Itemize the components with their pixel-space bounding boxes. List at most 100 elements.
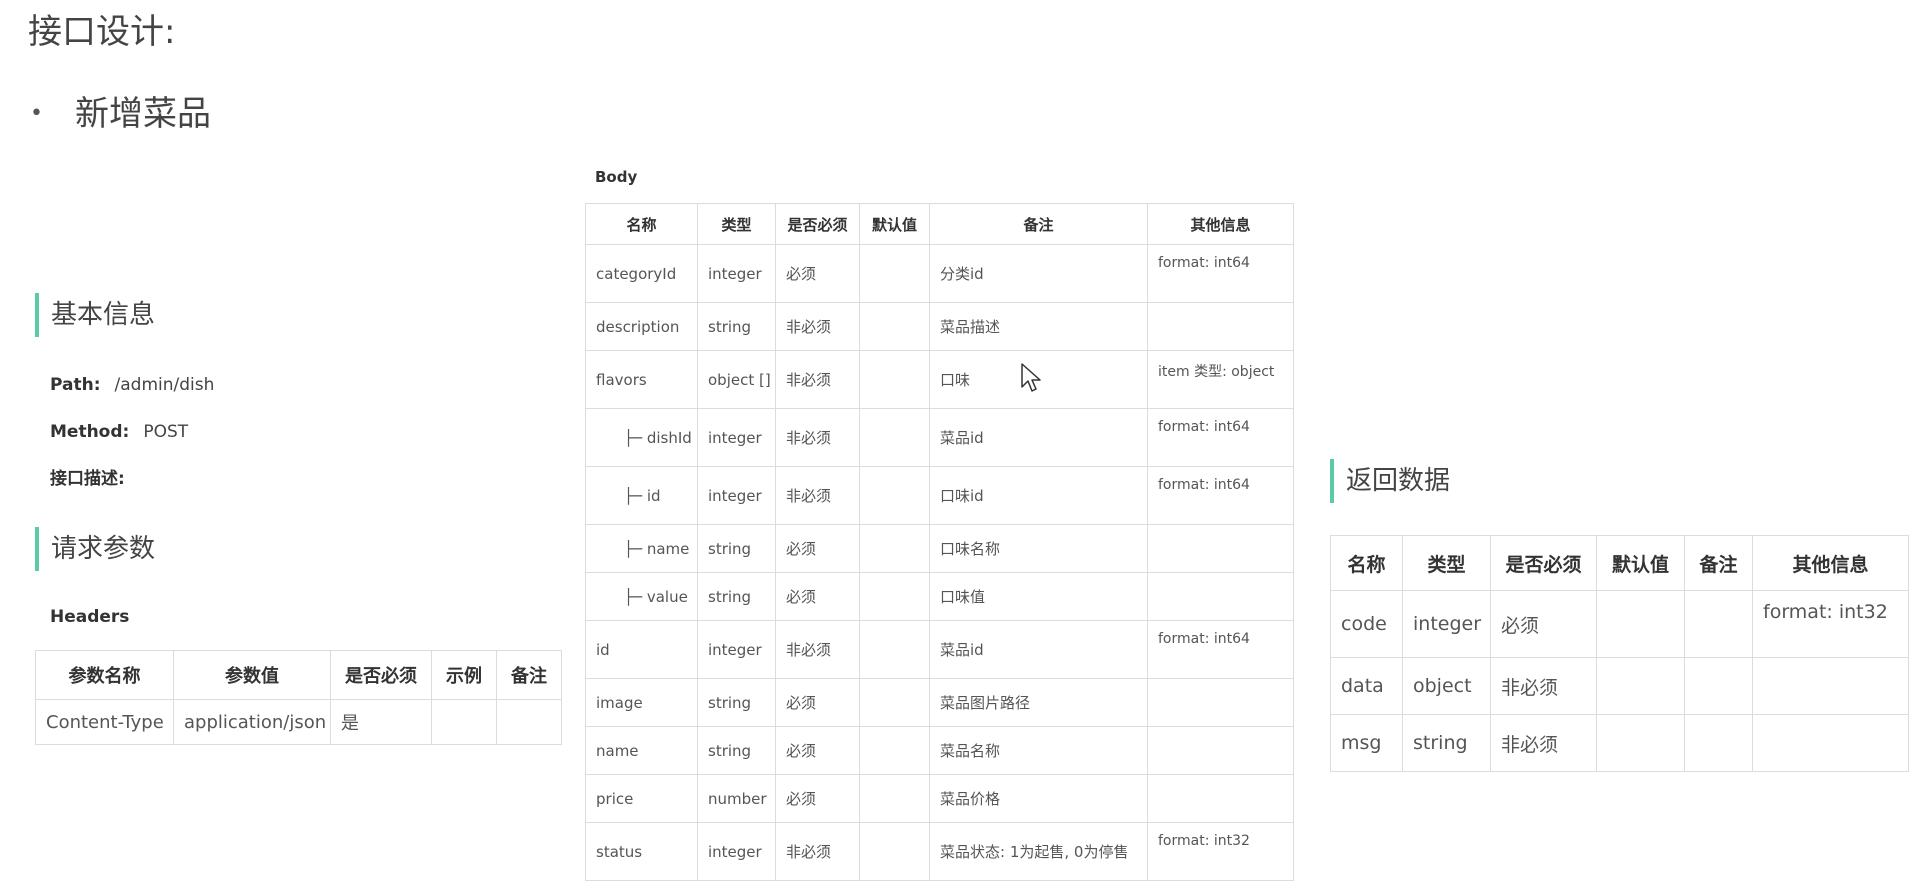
table-header-row: 名称 类型 是否必须 默认值 备注 其他信息: [585, 203, 1294, 245]
cell-name: msg: [1330, 714, 1403, 772]
cell-info: [1147, 524, 1294, 573]
cell-type: integer: [697, 244, 776, 303]
method-line: Method: POST: [50, 420, 188, 444]
body-table: 名称 类型 是否必须 默认值 备注 其他信息 categoryId integer…: [585, 203, 1294, 881]
col-header: 备注: [929, 203, 1148, 245]
col-header: 参数名称: [35, 650, 174, 700]
desc-label: 接口描述:: [50, 469, 125, 489]
path-label: Path:: [50, 375, 101, 395]
cell-name: ├─ name: [585, 524, 698, 573]
cell-info: [1147, 572, 1294, 621]
return-data-heading: 返回数据: [1330, 459, 1450, 503]
cell-note: 菜品id: [929, 408, 1148, 467]
cell-required: 非必须: [1490, 657, 1597, 715]
cell-name: categoryId: [585, 244, 698, 303]
col-header: 名称: [1330, 535, 1403, 591]
table-row: code integer 必须 format: int32: [1330, 590, 1909, 658]
cell-type: string: [697, 524, 776, 573]
cell-required: 必须: [1490, 590, 1597, 658]
cell-name: code: [1330, 590, 1403, 658]
cell-info: [1147, 678, 1294, 727]
body-label: Body: [595, 168, 638, 186]
cell-note: [1684, 657, 1753, 715]
table-row: id integer 非必须 菜品id format: int64: [585, 620, 1294, 679]
table-row: ├─ dishId integer 非必须 菜品id format: int64: [585, 408, 1294, 467]
cell-required: 非必须: [775, 466, 860, 525]
path-value: /admin/dish: [114, 375, 215, 395]
col-header: 是否必须: [330, 650, 432, 700]
table-row: ├─ value string 必须 口味值: [585, 572, 1294, 621]
cell-type: number: [697, 774, 776, 823]
cell-default: [859, 774, 930, 823]
cell-default: [859, 244, 930, 303]
table-row: name string 必须 菜品名称: [585, 726, 1294, 775]
cell-name: name: [585, 726, 698, 775]
cell-type: integer: [1402, 590, 1491, 658]
table-header-row: 参数名称 参数值 是否必须 示例 备注: [35, 650, 562, 700]
cell-type: integer: [697, 408, 776, 467]
cell-type: string: [697, 302, 776, 351]
table-row: flavors object [] 非必须 口味 item 类型: object: [585, 350, 1294, 409]
cell-info: format: int64: [1147, 620, 1294, 679]
cell-type: integer: [697, 620, 776, 679]
cell-required: 必须: [775, 244, 860, 303]
cell-type: integer: [697, 466, 776, 525]
col-header: 其他信息: [1147, 203, 1294, 245]
cell-required: 必须: [775, 774, 860, 823]
cell-info: format: int64: [1147, 244, 1294, 303]
cell-required: 必须: [775, 678, 860, 727]
cell-info: format: int64: [1147, 466, 1294, 525]
col-header: 名称: [585, 203, 698, 245]
cell-default: [859, 726, 930, 775]
cell-name: image: [585, 678, 698, 727]
cell-name: data: [1330, 657, 1403, 715]
cell-name: description: [585, 302, 698, 351]
cell-info: [1752, 657, 1909, 715]
cell-note: 菜品id: [929, 620, 1148, 679]
cell-info: format: int32: [1752, 590, 1909, 658]
cell-name: id: [585, 620, 698, 679]
cell-type: string: [1402, 714, 1491, 772]
col-header: 类型: [1402, 535, 1491, 591]
cell-required: 必须: [775, 524, 860, 573]
table-row: image string 必须 菜品图片路径: [585, 678, 1294, 727]
cell-required: 非必须: [775, 408, 860, 467]
col-header: 示例: [431, 650, 497, 700]
cell-default: [859, 822, 930, 881]
cell-required: 非必须: [775, 822, 860, 881]
cell: [496, 699, 562, 745]
col-header: 类型: [697, 203, 776, 245]
cell-info: item 类型: object: [1147, 350, 1294, 409]
cell-note: 菜品图片路径: [929, 678, 1148, 727]
cell-note: 菜品状态: 1为起售, 0为停售: [929, 822, 1148, 881]
col-header: 是否必须: [775, 203, 860, 245]
cell-type: string: [697, 726, 776, 775]
table-row: Content-Type application/json 是: [35, 699, 562, 745]
table-header-row: 名称 类型 是否必须 默认值 备注 其他信息: [1330, 535, 1909, 591]
cell-info: [1752, 714, 1909, 772]
cell-note: 菜品名称: [929, 726, 1148, 775]
cell-note: 口味名称: [929, 524, 1148, 573]
cell-default: [859, 350, 930, 409]
cell-type: object: [1402, 657, 1491, 715]
cell-note: 口味值: [929, 572, 1148, 621]
cell-note: 菜品价格: [929, 774, 1148, 823]
cell-default: [859, 572, 930, 621]
col-header: 备注: [1684, 535, 1753, 591]
col-header: 其他信息: [1752, 535, 1909, 591]
table-row: status integer 非必须 菜品状态: 1为起售, 0为停售 format: …: [585, 822, 1294, 881]
cell-required: 必须: [775, 726, 860, 775]
cell-name: status: [585, 822, 698, 881]
page-title: 接口设计:: [28, 12, 176, 52]
cell-default: [859, 524, 930, 573]
cell-type: string: [697, 678, 776, 727]
mouse-pointer-icon: [1021, 363, 1041, 392]
cell-type: integer: [697, 822, 776, 881]
return-table: 名称 类型 是否必须 默认值 备注 其他信息 code integer 必须 form…: [1330, 535, 1909, 772]
cell-default: [1596, 714, 1685, 772]
cell-info: format: int32: [1147, 822, 1294, 881]
cell-default: [859, 408, 930, 467]
cell-info: [1147, 726, 1294, 775]
cell-required: 非必须: [775, 302, 860, 351]
cell-required: 非必须: [775, 350, 860, 409]
